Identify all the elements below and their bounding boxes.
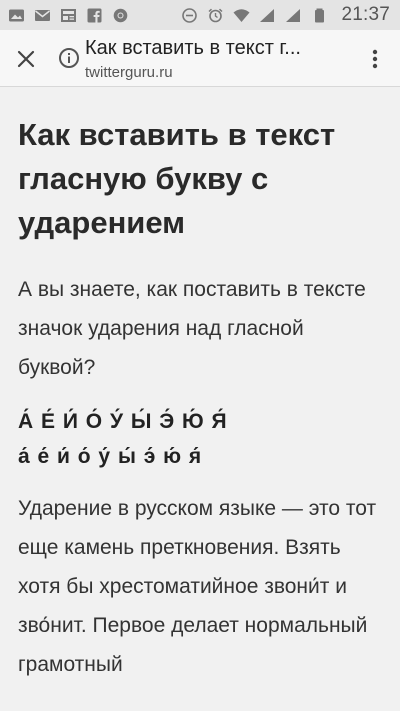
signal-icon — [285, 8, 302, 23]
menu-button[interactable] — [361, 44, 389, 74]
page-url: twitterguru.ru — [85, 64, 173, 81]
letters-lowercase: а́ е́ и́ о́ у́ ы́ э́ ю́ я́ — [18, 445, 203, 468]
status-bar: 21:37 — [0, 0, 400, 30]
more-vert-icon — [372, 49, 378, 69]
custom-tab-toolbar: Как вставить в текст г... twitterguru.ru — [0, 30, 400, 87]
gallery-icon — [8, 8, 25, 23]
signal-icon — [259, 8, 276, 23]
wifi-icon — [233, 8, 250, 23]
alarm-icon — [207, 8, 224, 23]
battery-icon — [311, 8, 328, 23]
page-title: Как вставить в текст г... — [85, 37, 301, 59]
letters-uppercase: А́ Е́ И́ О́ У́ Ы́ Э́ Ю́ Я́ — [18, 410, 228, 433]
article-title: Как вставить в текст гласную букву с уда… — [18, 117, 336, 240]
article: Как вставить в текст гласную букву с уда… — [18, 87, 383, 684]
close-icon — [17, 50, 35, 68]
status-bar-system: 21:37 — [181, 4, 390, 26]
minus-circle-icon — [181, 7, 198, 23]
chrome-icon — [112, 8, 129, 23]
site-info-button[interactable] — [58, 47, 80, 69]
close-button[interactable] — [12, 45, 40, 73]
info-icon — [59, 48, 79, 68]
status-time: 21:37 — [341, 4, 390, 25]
article-intro: А вы знаете, как поставить в тексте знач… — [18, 278, 366, 379]
news-icon — [60, 8, 77, 23]
status-bar-notifications — [8, 8, 129, 23]
mail-icon — [34, 8, 51, 23]
facebook-icon — [86, 8, 103, 23]
article-body: Ударение в русском языке — это тот еще к… — [18, 497, 377, 676]
accented-letters: А́ Е́ И́ О́ У́ Ы́ Э́ Ю́ Я́ а́ е́ и́ о́ у… — [18, 404, 383, 474]
